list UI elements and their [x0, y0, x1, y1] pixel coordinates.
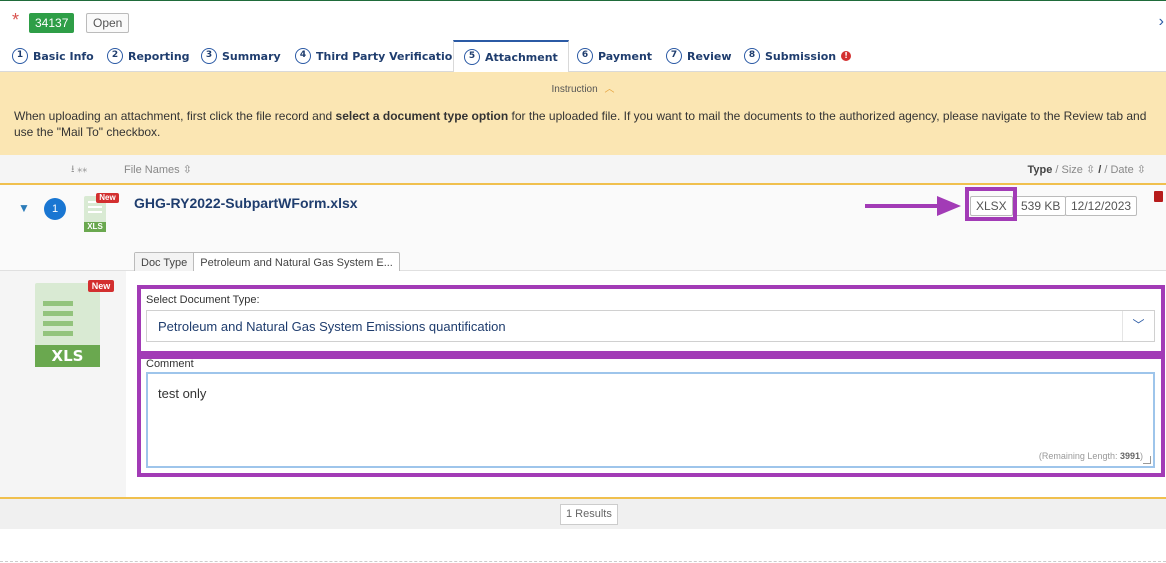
tab-step-number: 6	[577, 48, 593, 64]
column-label: File Names	[124, 164, 180, 176]
tab-submission[interactable]: 8 Submission !	[744, 40, 852, 72]
comment-textarea[interactable]: test only (Remaining Length: 3991)	[146, 372, 1155, 468]
instruction-text: When uploading an attachment, first clic…	[14, 108, 1154, 140]
xls-icon-label: XLS	[84, 222, 106, 232]
column-file-names[interactable]: File Names ⇳	[124, 163, 192, 176]
required-marker: *	[12, 10, 20, 30]
new-badge: New	[88, 280, 114, 292]
instruction-title: Instruction	[551, 84, 598, 95]
tab-label: Reporting	[128, 49, 190, 63]
tab-step-number: 1	[12, 48, 28, 64]
document-type-select[interactable]: Petroleum and Natural Gas System Emissio…	[146, 310, 1155, 342]
sort-icon: ⇳	[1136, 164, 1146, 176]
tab-label: Third Party Verification	[316, 49, 461, 63]
remaining-length-value: 3991	[1119, 451, 1140, 461]
tab-step-number: 2	[107, 48, 123, 64]
comment-label: Comment	[146, 358, 194, 370]
tab-label: Submission	[765, 49, 837, 63]
chevron-right-icon[interactable]: ›	[1159, 13, 1164, 31]
file-name[interactable]: GHG-RY2022-SubpartWForm.xlsx	[134, 195, 358, 211]
tab-label: Payment	[598, 49, 653, 63]
new-badge: New	[96, 193, 119, 203]
tab-label: Basic Info	[33, 49, 94, 63]
instruction-text-emphasis: select a document type option	[335, 109, 509, 123]
highlight-box	[965, 187, 1017, 221]
instruction-panel: Instruction ︿ When uploading an attachme…	[0, 72, 1166, 155]
tab-reporting[interactable]: 2 Reporting	[107, 40, 190, 72]
tab-basic-info[interactable]: 1 Basic Info	[12, 40, 94, 72]
doc-type-label: Doc Type	[135, 253, 195, 273]
results-count: 1 Results	[560, 504, 618, 525]
file-size-chip: 539 KB	[1015, 196, 1067, 216]
column-label: / Size	[1055, 164, 1083, 176]
caret-down-icon[interactable]: ▼	[18, 201, 30, 215]
file-list-header: ⭳ ⁎⁎ File Names ⇳ Type / Size ⇳ / / Date…	[0, 155, 1166, 183]
record-id-badge: 34137	[29, 13, 75, 33]
step-tabs: 1 Basic Info 2 Reporting 3 Summary 4 Thi…	[0, 40, 1166, 73]
remaining-length-label: (Remaining Length:	[1038, 451, 1120, 461]
resize-handle-icon[interactable]	[1143, 456, 1151, 464]
instruction-toggle[interactable]: Instruction ︿	[0, 80, 1166, 95]
tab-label: Summary	[222, 49, 281, 63]
doc-type-value: Petroleum and Natural Gas System E...	[200, 257, 393, 269]
document-type-value: Petroleum and Natural Gas System Emissio…	[158, 319, 506, 334]
instruction-text-part: When uploading an attachment, first clic…	[14, 109, 336, 123]
tab-label: Attachment	[485, 50, 558, 64]
tab-step-number: 7	[666, 48, 682, 64]
annotation-arrow-icon	[865, 196, 961, 216]
status-badge: Open	[86, 13, 130, 33]
tab-label: Review	[687, 49, 732, 63]
xls-icon-label: XLS	[35, 345, 100, 367]
column-type-size-date[interactable]: Type / Size ⇳ / / Date ⇳	[1027, 163, 1146, 176]
divider	[0, 561, 1166, 562]
tab-step-number: 3	[201, 48, 217, 64]
tab-attachment[interactable]: 5 Attachment	[453, 40, 569, 73]
chevron-down-icon[interactable]: ﹀	[1122, 311, 1154, 341]
download-all-icon[interactable]: ⭳ ⁎⁎	[71, 162, 87, 179]
tab-payment[interactable]: 6 Payment	[577, 40, 652, 72]
tab-summary[interactable]: 3 Summary	[201, 40, 281, 72]
column-label: Type	[1027, 164, 1053, 176]
error-icon: !	[841, 51, 852, 61]
results-footer: 1 Results	[0, 499, 1166, 529]
tab-step-number: 8	[744, 48, 760, 64]
file-date-chip: 12/12/2023	[1065, 196, 1138, 216]
sort-icon: ⇳	[182, 164, 192, 176]
tab-third-party-verification[interactable]: 4 Third Party Verification	[295, 40, 460, 72]
chevron-up-icon: ︿	[604, 84, 615, 95]
row-index-badge: 1	[44, 198, 66, 220]
tab-review[interactable]: 7 Review	[666, 40, 732, 72]
sort-icon: ⇳	[1085, 164, 1096, 176]
trash-icon[interactable]	[1154, 191, 1163, 202]
xls-file-icon: XLS	[35, 283, 100, 367]
column-label: / Date	[1104, 164, 1134, 176]
tab-step-number: 4	[295, 48, 311, 64]
remaining-length: (Remaining Length: 3991)	[1039, 451, 1143, 461]
detail-preview: XLS New	[0, 271, 126, 499]
tab-step-number: 5	[464, 49, 480, 65]
record-header: * 34137 Open ›	[0, 0, 1166, 40]
document-type-label: Select Document Type:	[146, 294, 260, 306]
comment-value: test only	[158, 386, 207, 401]
